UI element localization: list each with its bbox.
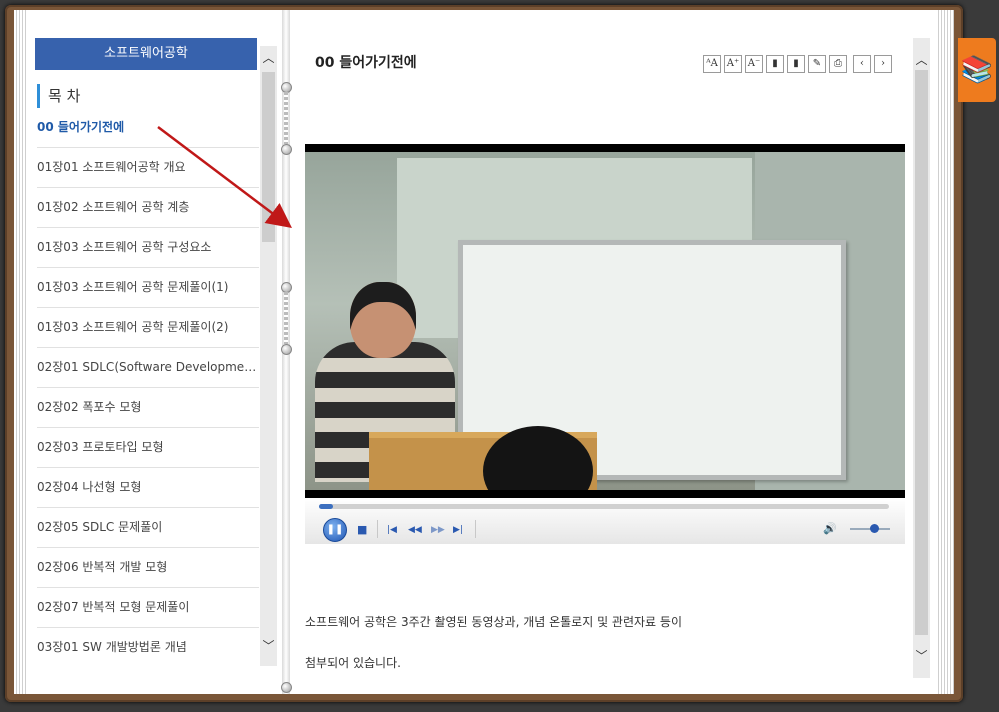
toc-item[interactable]: 01장02 소프트웨어 공학 계층: [37, 188, 259, 228]
seek-bar[interactable]: [319, 504, 889, 509]
toc-item[interactable]: 02장01 SDLC(Software Development Life Cyc…: [37, 348, 259, 388]
toc-item[interactable]: 02장05 SDLC 문제풀이: [37, 508, 259, 548]
toc-item[interactable]: 02장06 반복적 개발 모형: [37, 548, 259, 588]
pause-button[interactable]: ❚❚: [323, 518, 347, 542]
binder-ring: [281, 682, 292, 693]
binder-ring: [281, 344, 292, 355]
page-toolbar: ᴬA A⁺ A⁻ ▮ ▮ ✎ ⎙ ‹ ›: [703, 55, 892, 73]
print-icon[interactable]: ⎙: [829, 55, 847, 73]
next-page-icon[interactable]: ›: [874, 55, 892, 73]
video-controls: ❚❚ ■ |◀ ◀◀ ▶▶ ▶| 🔊: [305, 498, 905, 544]
library-tab-button[interactable]: 📚: [958, 38, 996, 102]
binder-ring-bar: [284, 92, 288, 144]
description-text: 첨부되어 있습니다.: [305, 656, 401, 670]
volume-slider-knob[interactable]: [870, 524, 879, 533]
lecturer-head: [350, 282, 416, 358]
scroll-down-icon[interactable]: ﹀: [260, 636, 277, 656]
volume-icon[interactable]: 🔊: [823, 523, 837, 535]
bookmark-list-icon[interactable]: ▮: [787, 55, 805, 73]
description-text: 소프트웨어 공학은 3주간 촬영된 동영상과, 개념 온톨로지 및 관련자료 등…: [305, 615, 682, 629]
divider: [475, 520, 476, 538]
video-frame[interactable]: [305, 144, 905, 498]
lecture-video-scene: [305, 152, 905, 498]
prev-page-icon[interactable]: ‹: [853, 55, 871, 73]
toc-item[interactable]: 01장03 소프트웨어 공학 문제풀이(2): [37, 308, 259, 348]
font-decrease-icon[interactable]: A⁻: [745, 55, 763, 73]
stop-button[interactable]: ■: [357, 524, 367, 536]
fast-forward-button[interactable]: ▶▶: [431, 524, 445, 536]
page-stack-left: [14, 10, 28, 694]
toc-item[interactable]: 00 들어가기전에: [37, 108, 259, 148]
binder-ring: [281, 144, 292, 155]
scroll-up-icon[interactable]: ︿: [913, 50, 930, 70]
scroll-up-icon[interactable]: ︿: [260, 48, 277, 68]
chapter-title: 00 들어가기전에: [315, 55, 417, 71]
content-scrollbar[interactable]: ︿ ﹀: [913, 38, 930, 678]
toc-item[interactable]: 01장01 소프트웨어공학 개요: [37, 148, 259, 188]
content-scroll-thumb[interactable]: [915, 70, 928, 635]
next-button[interactable]: ▶|: [453, 524, 463, 536]
toc-scrollbar[interactable]: ︿ ﹀: [260, 46, 277, 666]
toc-item[interactable]: 02장02 폭포수 모형: [37, 388, 259, 428]
bookmark-icon[interactable]: ▮: [766, 55, 784, 73]
toc-item[interactable]: 01장03 소프트웨어 공학 구성요소: [37, 228, 259, 268]
toc-item[interactable]: 03장01 SW 개발방법론 개념: [37, 628, 259, 666]
toc-heading: 목 차: [37, 84, 80, 108]
memo-icon[interactable]: ✎: [808, 55, 826, 73]
toc-scroll-thumb[interactable]: [262, 72, 275, 242]
toc-item[interactable]: 01장03 소프트웨어 공학 문제풀이(1): [37, 268, 259, 308]
rewind-button[interactable]: ◀◀: [408, 524, 422, 536]
toc-item[interactable]: 02장07 반복적 모형 문제풀이: [37, 588, 259, 628]
font-increase-icon[interactable]: A⁺: [724, 55, 742, 73]
toc-list: 00 들어가기전에 01장01 소프트웨어공학 개요 01장02 소프트웨어 공학 …: [37, 108, 259, 666]
divider: [377, 520, 378, 538]
books-icon: 📚: [960, 55, 994, 85]
page-stack-right: [938, 10, 954, 694]
font-reset-icon[interactable]: ᴬA: [703, 55, 721, 73]
scroll-down-icon[interactable]: ﹀: [913, 646, 930, 666]
video-letterbox: [305, 490, 905, 498]
toc-item[interactable]: 02장04 나선형 모형: [37, 468, 259, 508]
binder-ring-bar: [284, 292, 288, 344]
previous-button[interactable]: |◀: [387, 524, 397, 536]
seek-bar-fill: [319, 504, 334, 509]
toc-item[interactable]: 02장03 프로토타입 모형: [37, 428, 259, 468]
book-title: 소프트웨어공학: [35, 38, 257, 70]
